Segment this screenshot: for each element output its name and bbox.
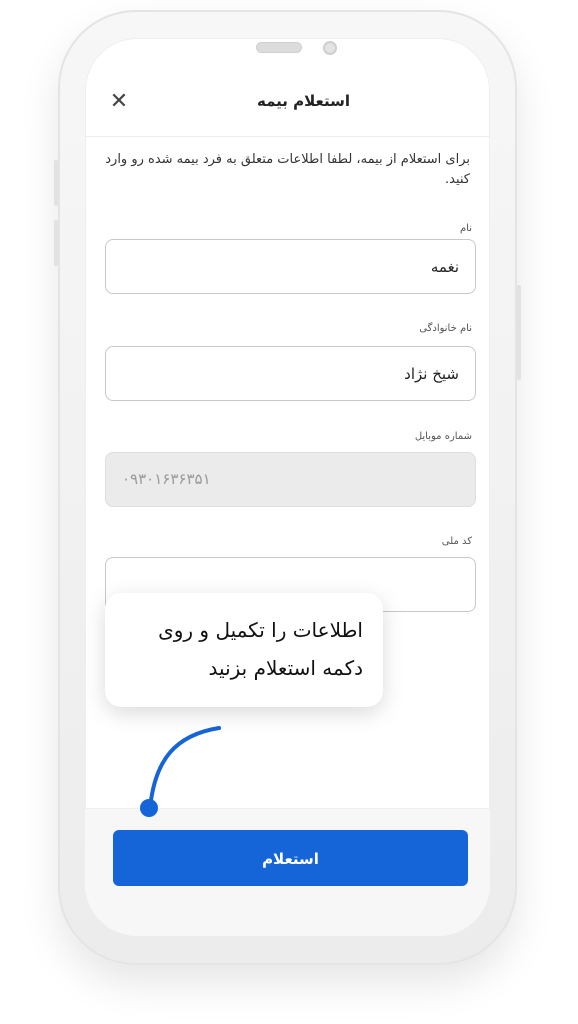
tooltip-pointer-line — [140, 726, 221, 817]
tooltip-line-2: دکمه استعلام بزنید — [208, 656, 363, 680]
pointer-dot — [140, 799, 158, 817]
hint-tooltip: اطلاعات را تکمیل و روی دکمه استعلام بزنی… — [105, 593, 383, 707]
tooltip-line-1: اطلاعات را تکمیل و روی — [158, 618, 363, 642]
